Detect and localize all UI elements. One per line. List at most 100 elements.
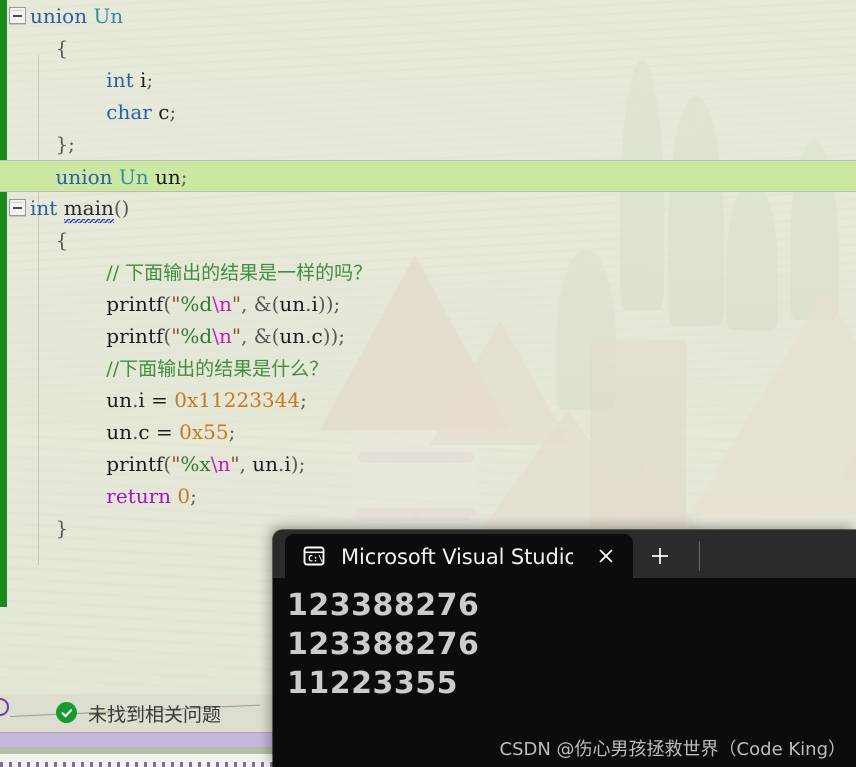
code-line[interactable]: }; <box>0 128 856 160</box>
code-token: \n <box>210 452 231 476</box>
code-line[interactable]: union Un <box>0 0 856 32</box>
collapse-outline-icon[interactable] <box>9 7 26 24</box>
code-token: { <box>55 36 69 60</box>
code-token: 0x55 <box>179 420 229 444</box>
code-token: int <box>30 196 58 220</box>
code-token: c = <box>138 420 180 444</box>
code-token: main <box>63 196 114 223</box>
code-line[interactable]: un.c = 0x55; <box>0 416 856 448</box>
code-token: // 下面输出的结果是一样的吗？ <box>106 262 373 284</box>
code-token: }; <box>55 132 75 156</box>
code-token: printf <box>106 292 164 316</box>
code-token: c <box>311 324 323 348</box>
code-line[interactable]: un.i = 0x11223344; <box>0 384 856 416</box>
code-line[interactable]: char c; <box>0 96 856 128</box>
console-cmd-icon: C:\ <box>299 541 329 571</box>
code-token: un <box>279 324 306 348</box>
console-output-line: 123388276 <box>287 588 480 623</box>
code-token: Un <box>93 4 124 28</box>
code-text[interactable]: union Un { int i; char c; }; union Un un… <box>0 0 856 544</box>
code-token: " <box>230 452 240 476</box>
code-token: ; <box>180 165 188 189</box>
code-token: union <box>55 165 113 189</box>
terminal-tab-title: Microsoft Visual Studio 调试控 <box>341 545 573 569</box>
code-line[interactable]: // 下面输出的结果是一样的吗？ <box>0 256 856 288</box>
code-line[interactable]: printf("%x\n", un.i); <box>0 448 856 480</box>
code-token: \n <box>212 292 232 316</box>
code-token: " <box>231 292 242 316</box>
code-token: %d <box>180 324 213 348</box>
code-token: char <box>106 100 152 124</box>
code-token: c <box>151 100 170 124</box>
visual-studio-window: union Un { int i; char c; }; union Un un… <box>0 0 856 767</box>
code-token: ); <box>290 452 306 476</box>
code-token: () <box>113 196 130 220</box>
code-line[interactable]: printf("%d\n", &(un.i)); <box>0 288 856 320</box>
code-token: un <box>106 388 133 412</box>
code-line[interactable]: printf("%d\n", &(un.c)); <box>0 320 856 352</box>
code-line[interactable]: return 0; <box>0 480 856 512</box>
code-token: ; <box>190 484 197 508</box>
error-list-status-text: 未找到相关问题 <box>88 704 222 726</box>
code-token: ; <box>146 68 154 92</box>
code-line[interactable]: //下面输出的结果是什么？ <box>0 352 856 384</box>
code-token: printf <box>106 324 164 348</box>
code-token: , <box>241 324 254 348</box>
code-token: )); <box>317 292 341 316</box>
code-token: i <box>133 68 147 92</box>
check-circle-icon <box>56 702 77 723</box>
svg-text:C:\: C:\ <box>308 553 323 563</box>
close-icon[interactable] <box>585 535 627 577</box>
terminal-tab[interactable]: C:\ Microsoft Visual Studio 调试控 <box>285 534 633 578</box>
code-token: un <box>252 452 279 476</box>
csdn-watermark: CSDN @伤心男孩拯救世界（Code King） <box>499 739 846 760</box>
code-token: ; <box>169 100 177 124</box>
titlebar-divider <box>699 541 700 571</box>
code-line-current[interactable]: union Un un; <box>0 160 856 192</box>
code-token: //下面输出的结果是什么？ <box>106 358 329 380</box>
error-squiggle-underline <box>63 219 114 223</box>
code-token: , <box>241 292 254 316</box>
code-line[interactable]: { <box>0 32 856 64</box>
code-token: un <box>279 292 306 316</box>
code-token: &( <box>253 324 280 348</box>
code-token: %d <box>180 292 213 316</box>
terminal-titlebar[interactable]: C:\ Microsoft Visual Studio 调试控 <box>273 530 856 578</box>
code-token: Un <box>118 165 149 189</box>
code-token: &( <box>253 292 280 316</box>
console-output-area[interactable]: 123388276 123388276 11223355 CSDN @伤心男孩拯救世… <box>273 578 856 767</box>
console-output-line: 11223355 <box>287 666 458 701</box>
collapse-outline-icon[interactable] <box>9 199 26 216</box>
code-token: %x <box>180 452 211 476</box>
code-token: " <box>231 324 242 348</box>
console-window[interactable]: C:\ Microsoft Visual Studio 调试控 <box>273 530 856 767</box>
code-token: 0x11223344 <box>174 388 301 412</box>
code-token: } <box>55 516 69 540</box>
code-token: \n <box>212 324 232 348</box>
code-token: return <box>106 484 172 508</box>
code-line[interactable]: int main() <box>0 192 856 224</box>
code-token: un <box>106 420 133 444</box>
code-token: )); <box>322 324 346 348</box>
code-token: un <box>148 165 181 189</box>
code-line[interactable]: int i; <box>0 64 856 96</box>
code-token: ; <box>228 420 236 444</box>
new-tab-icon[interactable] <box>633 534 687 578</box>
code-token: union <box>30 4 88 28</box>
code-line[interactable]: { <box>0 224 856 256</box>
